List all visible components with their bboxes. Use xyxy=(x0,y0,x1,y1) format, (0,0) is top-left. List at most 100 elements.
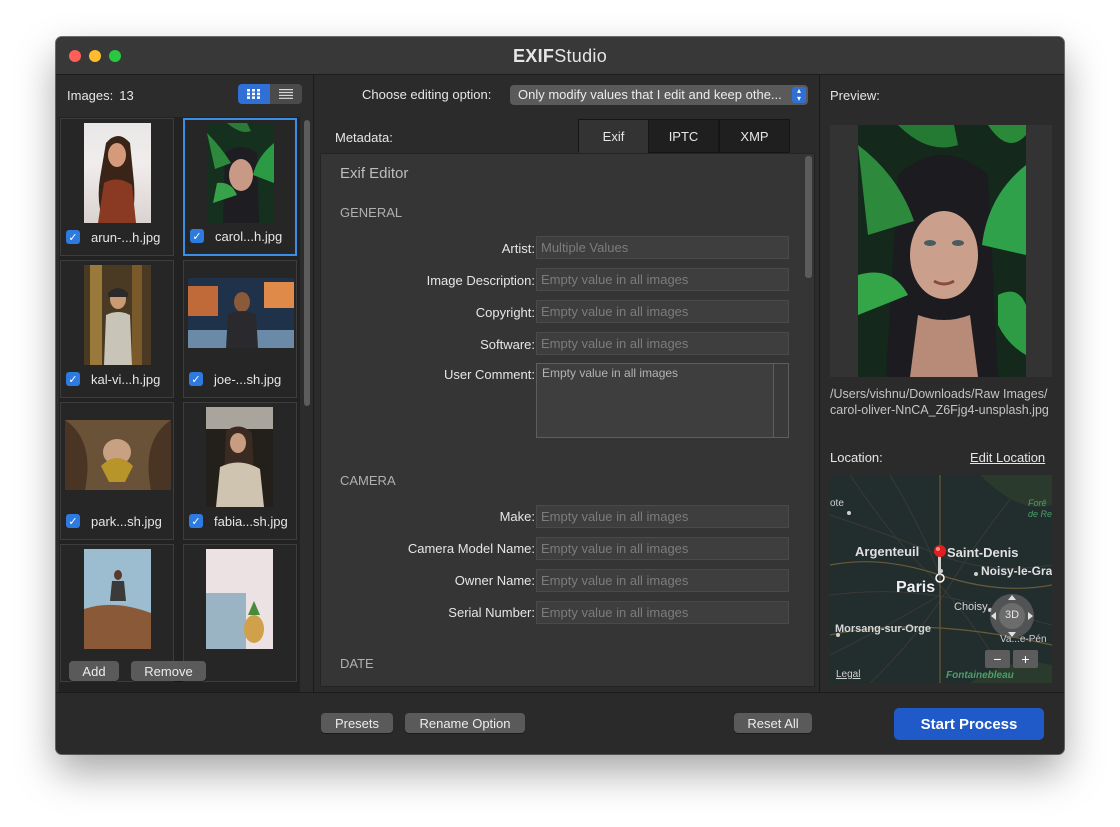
thumbnail-image xyxy=(207,123,274,223)
thumbnail-photo xyxy=(206,407,273,507)
map-zoom-in-button[interactable]: + xyxy=(1013,650,1038,668)
thumbnail-image xyxy=(188,278,294,348)
thumbnail-filename: kal-vi...h.jpg xyxy=(91,372,161,387)
map-label-choisy: Choisy xyxy=(954,601,988,613)
editing-option-label: Choose editing option: xyxy=(362,87,492,102)
thumbnail-photo xyxy=(65,420,171,490)
thumbnail-image xyxy=(206,407,273,507)
title-bar: EXIFStudio xyxy=(56,37,1064,75)
thumbnail-checkbox[interactable]: ✓ xyxy=(66,230,80,244)
preview-label: Preview: xyxy=(830,88,880,103)
map-label-foret: Forê de Re xyxy=(1028,498,1052,519)
location-map[interactable]: ote Forê de Re Argenteuil Saint-Denis No… xyxy=(830,475,1052,683)
thumbnail-image xyxy=(206,549,273,649)
image-thumbnail-selected[interactable]: ✓ carol...h.jpg xyxy=(183,118,297,256)
thumbnail-checkbox[interactable]: ✓ xyxy=(66,514,80,528)
rename-option-button[interactable]: Rename Option xyxy=(405,713,525,733)
user-comment-label: User Comment: xyxy=(443,367,535,382)
exif-editor: Exif Editor GENERAL Artist: Multiple Val… xyxy=(320,153,815,687)
images-count: Images: 13 xyxy=(67,88,134,103)
map-label-fontainebleau: Fontainebleau xyxy=(946,670,1014,681)
make-field[interactable]: Empty value in all images xyxy=(536,505,789,528)
user-comment-placeholder: Empty value in all images xyxy=(542,366,679,380)
image-thumbnail[interactable]: ✓ park...sh.jpg xyxy=(60,402,174,540)
map-label-saint-denis: Saint-Denis xyxy=(947,545,1019,560)
user-comment-field[interactable]: Empty value in all images xyxy=(536,363,789,438)
images-count-label: Images: xyxy=(67,88,114,103)
thumbnail-filename: park...sh.jpg xyxy=(91,514,162,529)
map-legal-link[interactable]: Legal xyxy=(836,669,860,680)
owner-name-label: Owner Name: xyxy=(454,573,535,588)
camera-model-field[interactable]: Empty value in all images xyxy=(536,537,789,560)
grid-view-button[interactable] xyxy=(238,84,270,104)
image-description-field[interactable]: Empty value in all images xyxy=(536,268,789,291)
preview-path-line2: carol-oliver-NnCA_Z6Fjg4-unsplash.jpg xyxy=(830,403,1049,417)
thumbnail-photo xyxy=(84,265,151,365)
list-icon xyxy=(279,89,293,99)
presets-button[interactable]: Presets xyxy=(321,713,393,733)
section-heading-date: DATE xyxy=(340,656,374,671)
thumbnail-checkbox[interactable]: ✓ xyxy=(66,372,80,386)
thumbnail-checkbox[interactable]: ✓ xyxy=(190,229,204,243)
metadata-label: Metadata: xyxy=(335,130,393,145)
tab-iptc[interactable]: IPTC xyxy=(648,119,719,153)
metadata-panel: Choose editing option: Only modify value… xyxy=(315,75,820,692)
serial-number-field[interactable]: Empty value in all images xyxy=(536,601,789,624)
editor-title: Exif Editor xyxy=(340,165,409,182)
user-comment-scrollbar[interactable] xyxy=(773,364,788,437)
thumbnail-filename: carol...h.jpg xyxy=(215,229,283,244)
app-window: EXIFStudio Images: 13 ✓ arun-...h.jpg ✓ … xyxy=(56,37,1064,754)
preview-image xyxy=(858,125,1026,377)
image-thumbnail[interactable]: ✓ joe-...sh.jpg xyxy=(183,260,297,398)
map-label-val-penne: Va...e-Pén xyxy=(1000,634,1047,645)
serial-number-label: Serial Number: xyxy=(448,605,535,620)
thumbnail-filename: fabia...sh.jpg xyxy=(214,514,288,529)
preview-panel: Preview: /Users/vishnu/Downloads/Raw Ima… xyxy=(821,75,1064,692)
reset-all-button[interactable]: Reset All xyxy=(734,713,812,733)
app-title-bold: EXIF xyxy=(512,46,555,66)
edit-location-link[interactable]: Edit Location xyxy=(970,450,1045,465)
list-view-button[interactable] xyxy=(270,84,302,104)
thumbnail-photo xyxy=(98,136,136,223)
map-zoom-out-button[interactable]: − xyxy=(985,650,1010,668)
tab-exif[interactable]: Exif xyxy=(578,119,649,153)
thumbnail-filename: joe-...sh.jpg xyxy=(214,372,282,387)
owner-name-field[interactable]: Empty value in all images xyxy=(536,569,789,592)
map-label-ote: ote xyxy=(830,498,844,509)
thumbnail-photo xyxy=(188,278,294,348)
artist-field[interactable]: Multiple Values xyxy=(536,236,789,259)
map-3d-compass[interactable]: 3D xyxy=(1003,609,1021,621)
thumbnail-image xyxy=(84,265,151,365)
thumbnail-image xyxy=(84,123,151,223)
image-thumbnail[interactable]: ✓ fabia...sh.jpg xyxy=(183,402,297,540)
image-grid-scrollbar[interactable] xyxy=(304,120,310,406)
add-button[interactable]: Add xyxy=(69,661,119,681)
copyright-field[interactable]: Empty value in all images xyxy=(536,300,789,323)
editing-option-select[interactable]: Only modify values that I edit and keep … xyxy=(510,85,808,105)
thumbnail-photo xyxy=(84,549,151,649)
view-mode-toggle xyxy=(238,84,302,104)
map-label-morsang: Morsang-sur-Orge xyxy=(835,623,931,635)
location-label: Location: xyxy=(830,450,883,465)
artist-label: Artist: xyxy=(501,241,535,256)
tab-xmp[interactable]: XMP xyxy=(719,119,790,153)
thumbnail-checkbox[interactable]: ✓ xyxy=(189,372,203,386)
map-label-noisy: Noisy-le-Gra xyxy=(981,564,1052,578)
image-thumbnail[interactable]: ✓ arun-...h.jpg xyxy=(60,118,174,256)
thumbnail-image xyxy=(65,420,171,490)
software-field[interactable]: Empty value in all images xyxy=(536,332,789,355)
remove-button[interactable]: Remove xyxy=(131,661,206,681)
image-thumbnail[interactable]: ✓ kal-vi...h.jpg xyxy=(60,260,174,398)
start-process-button[interactable]: Start Process xyxy=(894,708,1044,740)
images-count-value: 13 xyxy=(119,88,134,103)
thumbnail-checkbox[interactable]: ✓ xyxy=(189,514,203,528)
map-label-argenteuil: Argenteuil xyxy=(855,544,920,559)
copyright-label: Copyright: xyxy=(475,305,535,320)
preview-image-frame xyxy=(830,125,1052,377)
editing-option-value: Only modify values that I edit and keep … xyxy=(518,87,782,102)
thumbnail-filename: arun-...h.jpg xyxy=(91,230,161,245)
editor-scrollbar[interactable] xyxy=(805,156,812,278)
grid-icon xyxy=(247,89,260,99)
bottom-toolbar: Presets Rename Option Reset All Start Pr… xyxy=(56,692,1064,754)
images-panel: Images: 13 ✓ arun-...h.jpg ✓ carol...h.j… xyxy=(56,75,314,692)
